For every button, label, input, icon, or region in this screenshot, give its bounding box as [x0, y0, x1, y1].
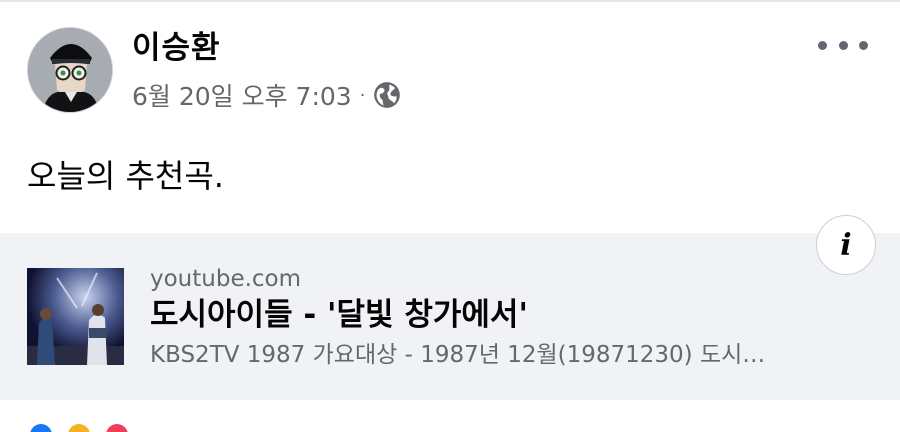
- thumbnail-image: [27, 268, 124, 365]
- globe-icon[interactable]: [373, 81, 401, 109]
- author-avatar[interactable]: [27, 27, 113, 113]
- top-divider: [0, 0, 900, 2]
- link-domain: youtube.com: [150, 266, 302, 292]
- link-description: KBS2TV 1987 가요대상 - 1987년 12월(19871230) 도…: [150, 342, 766, 368]
- avatar-photo: [28, 28, 112, 112]
- link-thumbnail[interactable]: [27, 268, 124, 365]
- more-dot: [859, 40, 868, 50]
- haha-reaction-icon: [68, 424, 90, 432]
- more-options-icon[interactable]: [818, 30, 868, 60]
- post-meta: 6월 20일 오후 7:03 ·: [132, 78, 401, 112]
- link-title[interactable]: 도시아이들 - '달빛 창가에서': [150, 296, 528, 334]
- facebook-post: 이승환 6월 20일 오후 7:03 · 오늘의 추천곡. i youtube.…: [0, 0, 900, 432]
- love-reaction-icon: [106, 424, 128, 432]
- reaction-icons[interactable]: [30, 424, 144, 432]
- post-timestamp[interactable]: 6월 20일 오후 7:03: [132, 77, 352, 113]
- post-text: 오늘의 추천곡.: [27, 157, 224, 195]
- author-name[interactable]: 이승환: [132, 30, 221, 66]
- like-reaction-icon: [30, 424, 52, 432]
- more-dot: [838, 40, 848, 50]
- meta-separator: ·: [359, 84, 366, 106]
- info-icon[interactable]: i: [816, 215, 876, 275]
- more-dot: [818, 40, 827, 50]
